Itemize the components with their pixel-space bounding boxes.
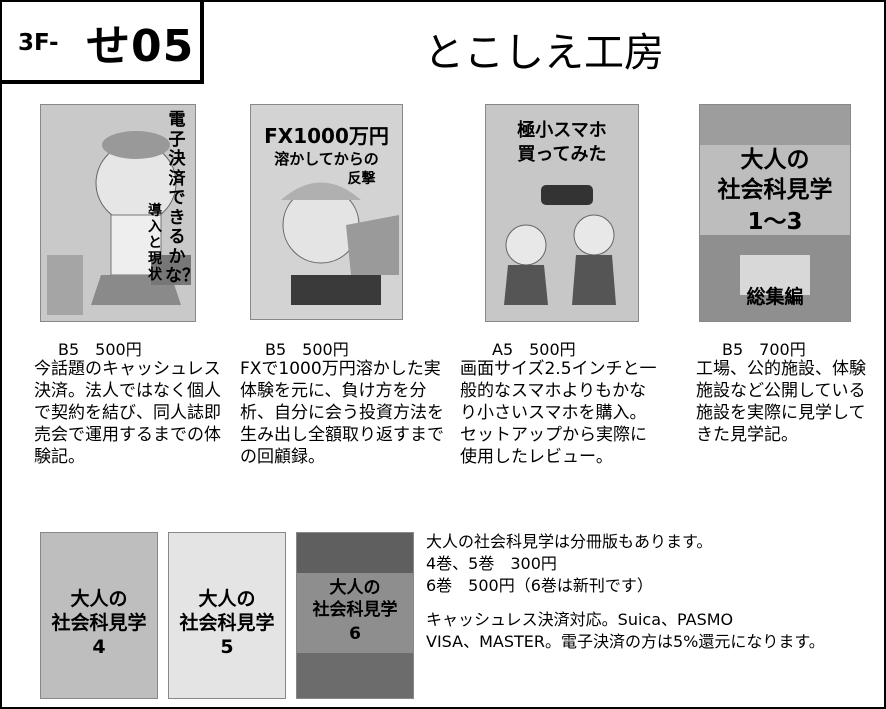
book-cover-social-study-collection: 大人の 社会科見学 1～3 総集編	[699, 104, 851, 322]
note-separate-volumes: 大人の社会科見学は分冊版もあります。	[426, 532, 713, 551]
note-payment: キャッシュレス決済対応。Suica、PASMO	[426, 610, 734, 629]
book-description: 工場、公的施設、体験施設など公開している施設を実際に見学してきた見学記。	[696, 359, 866, 445]
booth-prefix: 3F-	[18, 30, 59, 56]
extra-notes: 大人の社会科見学は分冊版もあります。 4巻、5巻 300円 6巻 500円（6巻…	[426, 531, 866, 653]
volume-cover-4: 大人の 社会科見学 4	[40, 532, 158, 699]
cover-title-line: 極小スマホ	[517, 120, 607, 141]
cover-title-line: 6	[349, 624, 361, 644]
cover-title-line: 1～3	[747, 209, 803, 235]
book-description: 画面サイズ2.5インチと一般的なスマホよりもかなり小さいスマホを購入。セットアッ…	[460, 359, 657, 467]
cover-title-line: 社会科見学	[312, 600, 398, 620]
book-price: B5 700円	[722, 340, 806, 359]
cover-title-line: 総集編	[746, 286, 804, 308]
note-vol45-price: 4巻、5巻 300円	[426, 554, 557, 573]
cover-title-line: 4	[92, 636, 106, 658]
booth-label: 3F- せ05	[2, 2, 204, 84]
cover-title-line: FX1000万円	[264, 124, 389, 148]
book-cover-small-phone: 極小スマホ 買ってみた	[485, 104, 639, 322]
volume-cover-5: 大人の 社会科見学 5	[168, 532, 286, 699]
book-description: 今話題のキャッシュレス決済。法人ではなく個人で契約を結び、同人誌即売会で運用する…	[34, 359, 221, 467]
cover-title-line: 大人の	[329, 578, 381, 598]
cover-title-line: 5	[220, 636, 234, 658]
cover-title-line: 反撃	[347, 171, 376, 187]
book-price: B5 500円	[265, 340, 349, 359]
circle-info-card: 3F- せ05 とこしえ工房 電子決済できるかな？ 導入と現状 FX1000万円…	[0, 0, 886, 709]
note-payment-cont: VISA、MASTER。電子決済の方は5%還元になります。	[426, 632, 825, 651]
cover-title-line: 大人の	[740, 147, 810, 173]
book-description: FXで1000万円溶かした実体験を元に、負け方を分析、自分に会う投資方法を生み出…	[240, 359, 444, 467]
booth-code: せ05	[86, 21, 195, 72]
cover-title-line: 大人の	[198, 588, 256, 610]
note-vol6-price: 6巻 500円（6巻は新刊です）	[426, 576, 653, 595]
cover-subtitle: 導入と現状	[148, 203, 162, 284]
book-cover-e-payment: 電子決済できるかな？ 導入と現状	[40, 104, 196, 322]
cover-title-line: 社会科見学	[51, 612, 147, 634]
book-price: B5 500円	[58, 340, 142, 359]
cover-title-line: 社会科見学	[717, 177, 833, 203]
cover-title-line: 大人の	[70, 588, 128, 610]
book-price: A5 500円	[492, 340, 576, 359]
cover-title-line: 電子決済できるかな？	[165, 110, 196, 287]
cover-title-line: 買ってみた	[517, 144, 607, 165]
cover-title-line: 社会科見学	[179, 612, 275, 634]
cover-title-line: 溶かしてからの	[274, 150, 379, 168]
volume-cover-6: 大人の 社会科見学 6	[296, 532, 414, 699]
book-cover-fx: FX1000万円 溶かしてからの 反撃	[250, 104, 403, 320]
circle-name: とこしえ工房	[424, 30, 664, 76]
